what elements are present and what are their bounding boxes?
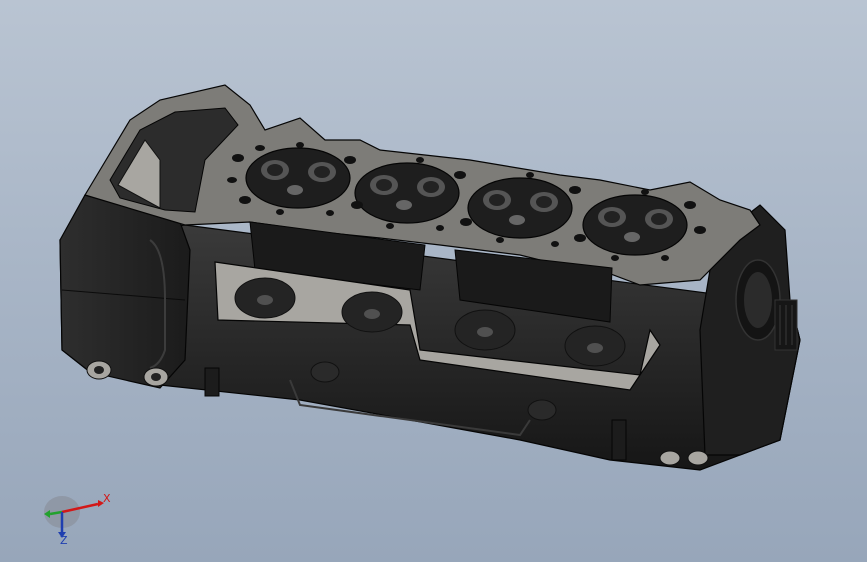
triad-x-label: X (103, 492, 111, 505)
graphics-viewport[interactable]: X Z (0, 0, 867, 562)
combustion-chamber-4 (582, 194, 688, 256)
triad-z-label: Z (60, 534, 68, 544)
combustion-chamber-3 (467, 177, 573, 239)
cylinder-head-model[interactable] (0, 0, 867, 562)
orientation-triad[interactable]: X Z (40, 488, 120, 544)
combustion-chamber-1 (245, 147, 351, 209)
combustion-chamber-2 (354, 162, 460, 224)
